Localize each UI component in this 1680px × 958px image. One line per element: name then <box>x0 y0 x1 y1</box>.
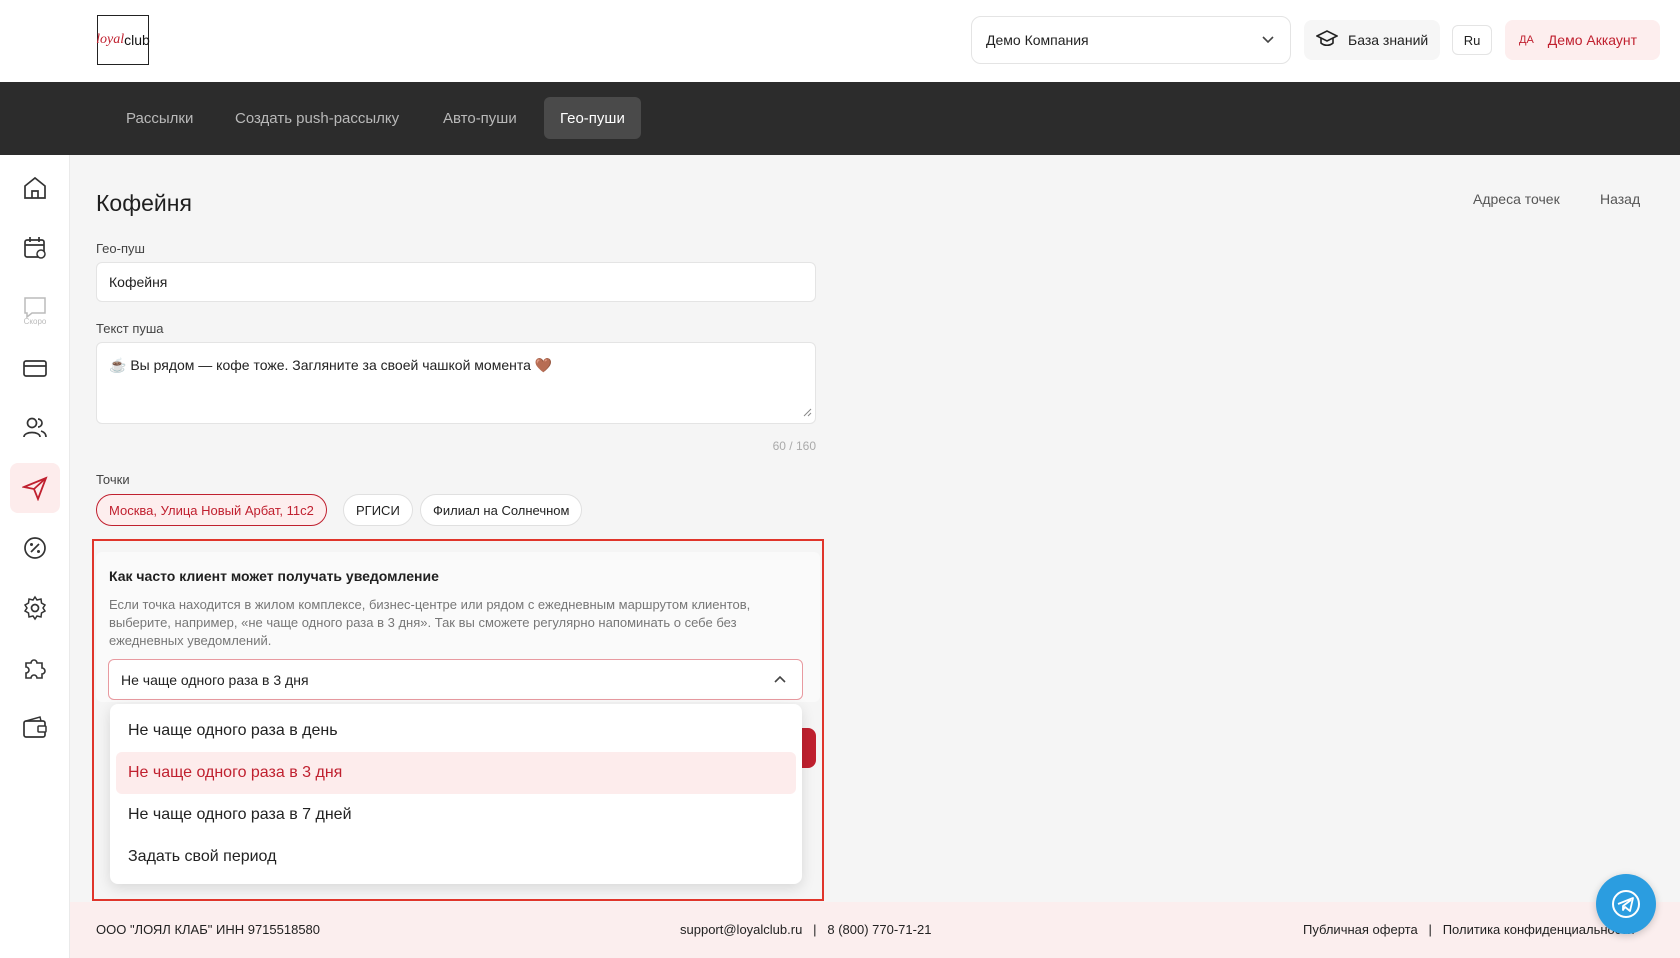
knowledge-base-label: База знаний <box>1348 32 1429 48</box>
chevron-down-icon <box>1260 31 1276 50</box>
gear-icon <box>23 595 47 621</box>
push-text-label: Текст пуша <box>96 321 164 336</box>
sidebar-item-integrations[interactable] <box>10 643 60 693</box>
discount-icon <box>24 537 46 559</box>
push-text-textarea[interactable]: ☕ Вы рядом — кофе тоже. Загляните за сво… <box>96 342 816 424</box>
sidebar-item-push[interactable] <box>10 463 60 513</box>
telegram-button[interactable] <box>1596 874 1656 934</box>
users-icon <box>23 417 47 438</box>
points-label: Точки <box>96 472 130 487</box>
footer-contacts[interactable]: support@loyalclub.ru | 8 (800) 770-71-21 <box>680 922 931 937</box>
account-button[interactable]: ДА Демо Аккаунт <box>1505 20 1660 60</box>
avatar: ДА <box>1519 34 1534 46</box>
sidebar-item-wallet[interactable] <box>10 703 60 753</box>
highlight-box <box>92 539 824 901</box>
resize-handle-icon[interactable] <box>802 404 812 420</box>
tab-mailings[interactable]: Рассылки <box>110 97 209 139</box>
sidebar-item-calendar[interactable] <box>10 223 60 273</box>
back-link[interactable]: Назад <box>1600 191 1640 207</box>
sidebar-item-discounts[interactable] <box>10 523 60 573</box>
footer-legal-links[interactable]: Публичная оферта | Политика конфиденциал… <box>1303 922 1635 937</box>
soon-label: Скоро <box>23 317 47 326</box>
card-icon <box>23 360 47 377</box>
wallet-icon <box>23 716 47 738</box>
character-counter: 60 / 160 <box>772 439 816 453</box>
calendar-icon <box>24 237 46 259</box>
graduation-cap-icon <box>1315 29 1339 51</box>
account-name: Демо Аккаунт <box>1547 32 1638 48</box>
point-chip[interactable]: РГИСИ <box>343 494 413 526</box>
puzzle-icon <box>25 659 46 679</box>
footer: ООО "ЛОЯЛ КЛАБ" ИНН 9715518580 support@l… <box>70 902 1680 958</box>
point-chip[interactable]: Филиал на Солнечном <box>420 494 583 526</box>
header: loyal club Демо Компания База знаний Ru Д… <box>0 0 1680 82</box>
point-chip[interactable]: Москва, Улица Новый Арбат, 11с2 <box>96 494 327 526</box>
sidebar-item-chat: Скоро <box>10 283 60 333</box>
addresses-link[interactable]: Адреса точек <box>1473 191 1560 207</box>
footer-company: ООО "ЛОЯЛ КЛАБ" ИНН 9715518580 <box>96 922 321 937</box>
page-title: Кофейня <box>96 190 192 216</box>
sidebar-item-home[interactable] <box>10 163 60 213</box>
logo-text-club: club <box>124 32 150 48</box>
sidebar: Скоро <box>0 155 70 958</box>
knowledge-base-button[interactable]: База знаний <box>1304 20 1440 60</box>
tab-geo-push[interactable]: Гео-пуши <box>544 97 641 139</box>
logo-text-loyal: loyal <box>96 32 125 47</box>
tab-auto-push[interactable]: Авто-пуши <box>427 97 533 139</box>
sidebar-item-settings[interactable] <box>10 583 60 633</box>
company-select-value: Демо Компания <box>986 32 1089 48</box>
logo[interactable]: loyal club <box>96 15 150 65</box>
geo-push-label: Гео-пуш <box>96 241 145 256</box>
home-icon <box>24 176 46 199</box>
sidebar-item-users[interactable] <box>10 403 60 453</box>
tab-create-push[interactable]: Создать push-рассылку <box>219 97 415 139</box>
top-navbar: Рассылки Создать push-рассылку Авто-пуши… <box>0 82 1680 155</box>
telegram-icon <box>1612 890 1640 918</box>
company-select[interactable]: Демо Компания <box>971 16 1291 64</box>
sidebar-item-card[interactable] <box>10 343 60 393</box>
geo-push-input[interactable]: Кофейня <box>96 262 816 302</box>
language-button[interactable]: Ru <box>1452 25 1492 55</box>
push-text-value: ☕ Вы рядом — кофе тоже. Загляните за сво… <box>109 357 553 373</box>
send-icon <box>22 476 48 501</box>
